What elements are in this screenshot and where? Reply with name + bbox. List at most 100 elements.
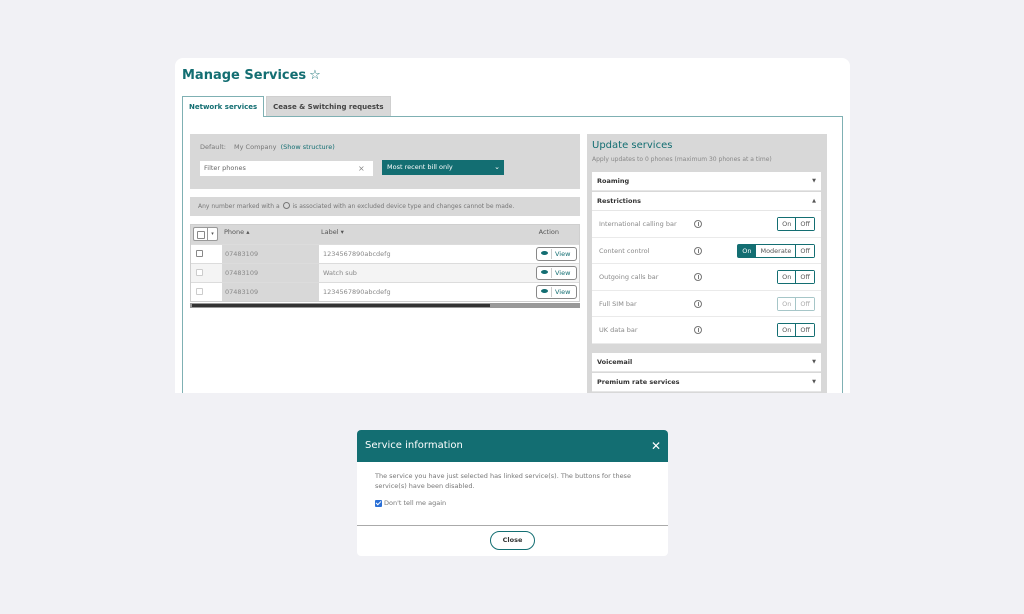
- service-name: Full SIM bar: [599, 299, 637, 308]
- toggle-moderate[interactable]: Moderate: [755, 244, 796, 257]
- caret-up-icon: ▲: [812, 198, 816, 204]
- service-row-outgoing-calls-bar: Outgoing calls bar On Off: [592, 264, 821, 291]
- tab-bar: Network services Cease & Switching reque…: [182, 96, 391, 117]
- roaming-label: Roaming: [597, 177, 630, 185]
- dialog-footer: Close: [357, 525, 668, 556]
- update-services-panel: Update services Apply updates to 0 phone…: [587, 134, 827, 393]
- chevron-down-icon: ⌄: [494, 163, 500, 171]
- view-button[interactable]: View: [536, 285, 577, 299]
- row-checkbox[interactable]: [196, 250, 203, 257]
- excluded-device-notice: Any number marked with a is associated w…: [190, 197, 580, 216]
- view-label: View: [555, 288, 571, 296]
- service-row-uk-data-bar: UK data bar On Off: [592, 317, 821, 344]
- table-row: 07483109 1234567890abcdefg View: [191, 244, 579, 263]
- horizontal-scrollbar[interactable]: [190, 303, 580, 308]
- filter-phones-input[interactable]: Filter phones: [200, 161, 373, 176]
- scrollbar-thumb[interactable]: [192, 304, 490, 307]
- roaming-section: Roaming ▼: [592, 172, 821, 191]
- column-header-action: Action: [538, 228, 559, 236]
- info-icon[interactable]: [694, 220, 702, 228]
- caret-down-icon: ▼: [812, 178, 816, 184]
- service-toggle: On Off: [777, 217, 815, 231]
- view-button[interactable]: View: [536, 266, 577, 280]
- filter-box: Default: My Company (Show structure) Fil…: [190, 134, 580, 189]
- service-row-international-calling-bar: International calling bar On Off: [592, 211, 821, 238]
- phone-cell: 07483109: [222, 245, 319, 263]
- caret-down-icon: ▼: [812, 359, 816, 365]
- row-checkbox[interactable]: [196, 269, 203, 276]
- caret-down-icon[interactable]: ▾: [208, 228, 217, 240]
- voicemail-section: Voicemail ▼: [592, 353, 821, 372]
- service-row-content-control: Content control On Moderate Off: [592, 238, 821, 264]
- label-cell: 1234567890abcdefg: [323, 250, 391, 258]
- checkbox-checked-icon[interactable]: [375, 499, 382, 507]
- info-icon[interactable]: [694, 246, 702, 255]
- column-header-phone[interactable]: Phone ▴: [224, 228, 249, 236]
- row-checkbox[interactable]: [196, 288, 203, 295]
- toggle-off[interactable]: Off: [795, 218, 814, 230]
- default-label: Default:: [200, 143, 226, 151]
- info-icon: [282, 202, 290, 209]
- page-title-text: Manage Services: [182, 68, 307, 83]
- toggle-on[interactable]: On: [778, 324, 796, 336]
- dialog-title: Service information: [365, 440, 463, 451]
- default-company-line: Default: My Company (Show structure): [200, 143, 335, 151]
- notice-text-after: is associated with an excluded device ty…: [292, 203, 515, 210]
- caret-down-icon: ▼: [812, 379, 816, 385]
- close-icon[interactable]: ✕: [651, 430, 661, 462]
- update-services-title: Update services: [592, 140, 673, 151]
- info-icon[interactable]: [694, 299, 702, 308]
- service-row-full-sim-bar: Full SIM bar On Off: [592, 291, 821, 317]
- toggle-off[interactable]: Off: [795, 271, 814, 283]
- voicemail-header[interactable]: Voicemail ▼: [592, 353, 821, 372]
- bill-select-value: Most recent bill only: [387, 163, 453, 171]
- premium-section: Premium rate services ▼: [592, 373, 821, 392]
- info-icon[interactable]: [694, 326, 702, 334]
- clear-icon[interactable]: ×: [358, 161, 365, 176]
- eye-icon: [541, 289, 548, 293]
- checkbox-icon[interactable]: [194, 228, 208, 240]
- premium-header[interactable]: Premium rate services ▼: [592, 373, 821, 392]
- service-name: Content control: [599, 246, 650, 255]
- service-name: Outgoing calls bar: [599, 273, 659, 281]
- view-label: View: [555, 269, 571, 277]
- checkbox-label: Don't tell me again: [384, 499, 447, 507]
- update-services-subtitle: Apply updates to 0 phones (maximum 30 ph…: [592, 156, 772, 163]
- tab-cease-switching[interactable]: Cease & Switching requests: [266, 96, 391, 116]
- service-toggle: On Off: [777, 270, 815, 284]
- network-services-panel: Default: My Company (Show structure) Fil…: [182, 116, 843, 393]
- dialog-body: The service you have just selected has l…: [357, 462, 668, 525]
- toggle-on: On: [778, 297, 796, 310]
- toggle-on[interactable]: On: [738, 244, 756, 257]
- notice-text-before: Any number marked with a: [198, 203, 280, 210]
- manage-services-card: Manage Services ☆ Network services Cease…: [175, 58, 850, 393]
- bill-select[interactable]: Most recent bill only ⌄: [382, 160, 504, 175]
- restrictions-label: Restrictions: [597, 197, 641, 205]
- phone-cell: 07483109: [222, 283, 319, 301]
- dialog-header: Service information ✕: [357, 430, 668, 462]
- service-name: International calling bar: [599, 220, 677, 228]
- select-all-checkbox[interactable]: ▾: [193, 227, 218, 241]
- voicemail-label: Voicemail: [597, 358, 633, 366]
- toggle-off[interactable]: Off: [795, 244, 814, 257]
- info-icon[interactable]: [694, 273, 702, 281]
- tab-network-services[interactable]: Network services: [182, 96, 265, 117]
- roaming-header[interactable]: Roaming ▼: [592, 172, 821, 191]
- restrictions-header[interactable]: Restrictions ▲: [592, 192, 821, 211]
- toggle-off[interactable]: Off: [795, 324, 814, 336]
- favorite-star-icon[interactable]: ☆: [309, 68, 321, 83]
- toggle-on[interactable]: On: [778, 271, 796, 283]
- view-label: View: [555, 250, 571, 258]
- column-header-label[interactable]: Label ▾: [321, 228, 344, 236]
- close-button[interactable]: Close: [490, 531, 535, 550]
- service-toggle: On Off: [777, 296, 815, 311]
- phone-cell: 07483109: [222, 264, 319, 282]
- show-structure-link[interactable]: (Show structure): [281, 143, 335, 151]
- toggle-on[interactable]: On: [778, 218, 796, 230]
- table-row: 07483109 Watch sub View: [191, 263, 579, 282]
- view-button[interactable]: View: [536, 247, 577, 261]
- page-title: Manage Services ☆: [182, 68, 321, 83]
- dont-tell-again-checkbox[interactable]: Don't tell me again: [375, 498, 650, 508]
- premium-label: Premium rate services: [597, 378, 680, 386]
- label-cell: 1234567890abcdefg: [323, 288, 391, 296]
